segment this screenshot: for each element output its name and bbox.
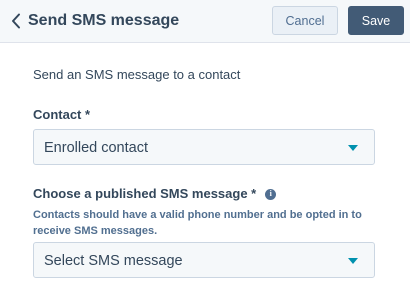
sms-help-text: Contacts should have a valid phone numbe… [33,209,362,237]
sms-message-select[interactable]: Select SMS message [33,242,375,278]
panel-title: Send SMS message [28,12,180,29]
contact-select[interactable]: Enrolled contact [33,129,375,165]
chevron-left-icon[interactable] [6,9,26,33]
caret-down-icon [348,145,358,151]
info-icon[interactable]: i [265,188,277,200]
action-description: Send an SMS message to a contact [33,67,241,82]
save-button[interactable]: Save [348,6,404,35]
sms-label-text: Choose a published SMS message * [33,186,257,201]
contact-select-value: Enrolled contact [44,140,148,156]
panel-header: Send SMS message Cancel Save [0,0,410,43]
contact-field-label: Contact * [33,107,90,123]
sms-select-value: Select SMS message [44,253,183,269]
cancel-button[interactable]: Cancel [272,6,338,35]
caret-down-icon [348,258,358,264]
contact-label-text: Contact * [33,107,91,122]
sms-field-label: Choose a published SMS message * i [33,186,277,202]
